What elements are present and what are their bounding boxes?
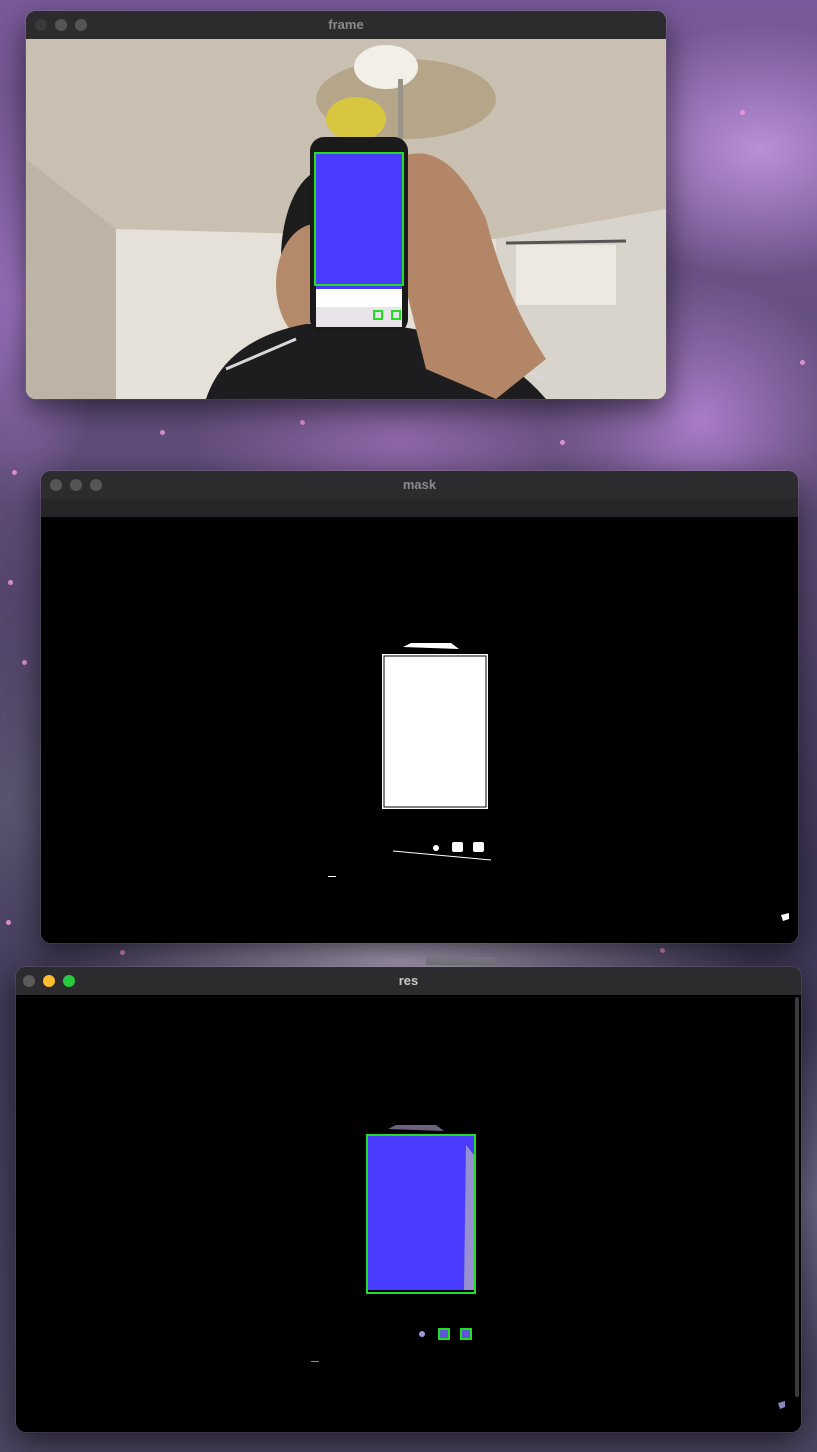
res-window[interactable]: res <box>16 967 801 1432</box>
petal-decoration <box>22 660 27 665</box>
mask-window[interactable]: mask <box>41 471 798 943</box>
mask-canvas <box>41 517 798 943</box>
camera-scene <box>26 39 666 399</box>
mask-titlebar[interactable]: mask <box>41 471 798 500</box>
mask-toolbar <box>41 499 798 517</box>
mask-title: mask <box>402 477 437 492</box>
petal-decoration <box>660 948 665 953</box>
window-tab-hint <box>426 957 496 965</box>
petal-decoration <box>160 430 165 435</box>
camera-frame-image <box>26 39 666 399</box>
res-canvas <box>16 995 801 1432</box>
res-titlebar[interactable]: res <box>16 967 801 996</box>
petal-decoration <box>560 440 565 445</box>
petal-decoration <box>8 580 13 585</box>
frame-titlebar[interactable]: frame <box>26 11 666 40</box>
petal-decoration <box>740 110 745 115</box>
res-image <box>16 995 801 1432</box>
frame-window[interactable]: frame <box>26 11 666 399</box>
petal-decoration <box>12 470 17 475</box>
mask-image <box>41 517 798 943</box>
res-scrollbar[interactable] <box>795 997 799 1397</box>
petal-decoration <box>300 420 305 425</box>
petal-decoration <box>800 360 805 365</box>
petal-decoration <box>120 950 125 955</box>
petal-decoration <box>6 920 11 925</box>
frame-title: frame <box>328 17 364 32</box>
res-title: res <box>398 973 419 988</box>
